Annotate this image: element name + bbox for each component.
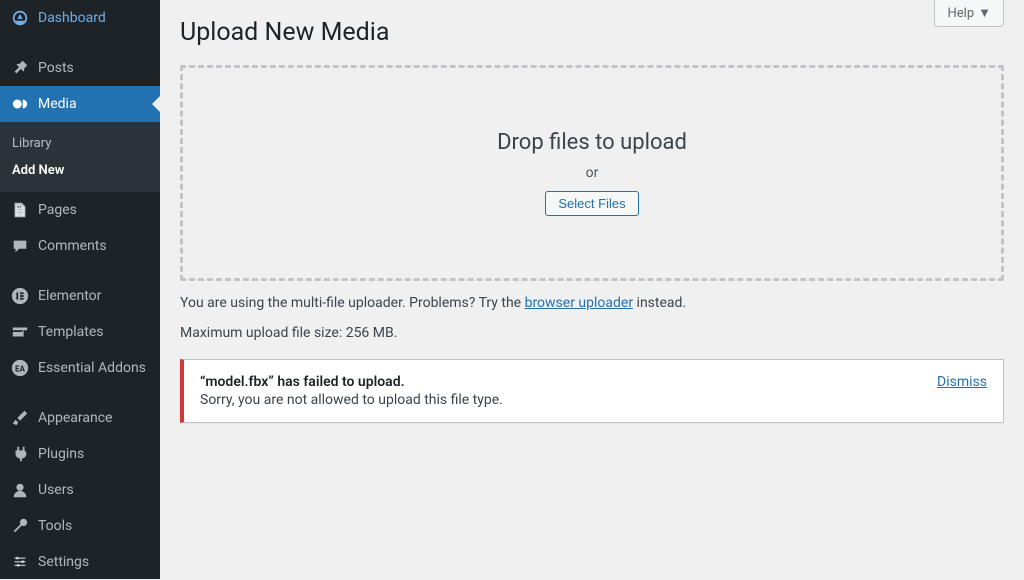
upload-error-notice: “model.fbx” has failed to upload. Sorry,… [180, 359, 1004, 423]
sidebar-item-label: Settings [38, 554, 89, 570]
main-content: Help ▼ Upload New Media Drop files to up… [160, 0, 1024, 579]
sidebar-item-pages[interactable]: Pages [0, 192, 160, 228]
plug-icon [10, 444, 30, 464]
templates-icon [10, 322, 30, 342]
svg-text:EA: EA [15, 364, 26, 374]
chevron-down-icon: ▼ [978, 5, 991, 21]
sidebar-item-label: Elementor [38, 288, 101, 304]
sidebar-item-appearance[interactable]: Appearance [0, 400, 160, 436]
sidebar-item-label: Comments [38, 238, 107, 254]
brush-icon [10, 408, 30, 428]
page-title: Upload New Media [180, 18, 1004, 47]
select-files-button[interactable]: Select Files [545, 191, 638, 216]
sidebar-item-label: Appearance [38, 410, 112, 426]
sidebar-item-elementor[interactable]: Elementor [0, 278, 160, 314]
media-icon [10, 94, 30, 114]
sidebar-item-label: Plugins [38, 446, 84, 462]
error-title: “model.fbx” has failed to upload. [200, 374, 405, 390]
sidebar-item-tools[interactable]: Tools [0, 508, 160, 544]
sidebar-item-media[interactable]: Media [0, 86, 160, 122]
user-icon [10, 480, 30, 500]
sidebar-item-label: Users [38, 482, 74, 498]
sidebar-sub-add-new[interactable]: Add New [0, 157, 160, 184]
sidebar-item-label: Media [38, 96, 77, 112]
uploader-info: You are using the multi-file uploader. P… [180, 295, 1004, 311]
sidebar-item-essential-addons[interactable]: EA Essential Addons [0, 350, 160, 386]
elementor-icon [10, 286, 30, 306]
info-suffix: instead. [633, 295, 686, 311]
dropzone-title: Drop files to upload [497, 130, 687, 155]
dropzone-or: or [586, 165, 599, 181]
admin-sidebar: Dashboard Posts Media Library Add New Pa… [0, 0, 160, 579]
max-upload-size: Maximum upload file size: 256 MB. [180, 325, 1004, 341]
error-message: Sorry, you are not allowed to upload thi… [200, 392, 503, 408]
dashboard-icon [10, 8, 30, 28]
sidebar-sub-library[interactable]: Library [0, 130, 160, 157]
sidebar-item-templates[interactable]: Templates [0, 314, 160, 350]
sidebar-item-comments[interactable]: Comments [0, 228, 160, 264]
gear-icon [10, 552, 30, 572]
wrench-icon [10, 516, 30, 536]
sidebar-item-label: Templates [38, 324, 104, 340]
upload-dropzone[interactable]: Drop files to upload or Select Files [180, 65, 1004, 281]
comments-icon [10, 236, 30, 256]
sidebar-item-label: Essential Addons [38, 360, 146, 376]
pin-icon [10, 58, 30, 78]
pages-icon [10, 200, 30, 220]
sidebar-item-label: Posts [38, 60, 74, 76]
help-label: Help [947, 6, 974, 21]
browser-uploader-link[interactable]: browser uploader [525, 295, 634, 311]
sidebar-item-plugins[interactable]: Plugins [0, 436, 160, 472]
ea-icon: EA [10, 358, 30, 378]
dismiss-link[interactable]: Dismiss [937, 374, 987, 390]
sidebar-item-label: Tools [38, 518, 72, 534]
sidebar-item-dashboard[interactable]: Dashboard [0, 0, 160, 36]
info-prefix: You are using the multi-file uploader. P… [180, 295, 525, 311]
help-tab-button[interactable]: Help ▼ [934, 0, 1004, 27]
sidebar-item-settings[interactable]: Settings [0, 544, 160, 580]
sidebar-submenu-media: Library Add New [0, 122, 160, 192]
sidebar-item-label: Pages [38, 202, 77, 218]
sidebar-item-posts[interactable]: Posts [0, 50, 160, 86]
sidebar-item-users[interactable]: Users [0, 472, 160, 508]
sidebar-item-label: Dashboard [38, 10, 106, 26]
